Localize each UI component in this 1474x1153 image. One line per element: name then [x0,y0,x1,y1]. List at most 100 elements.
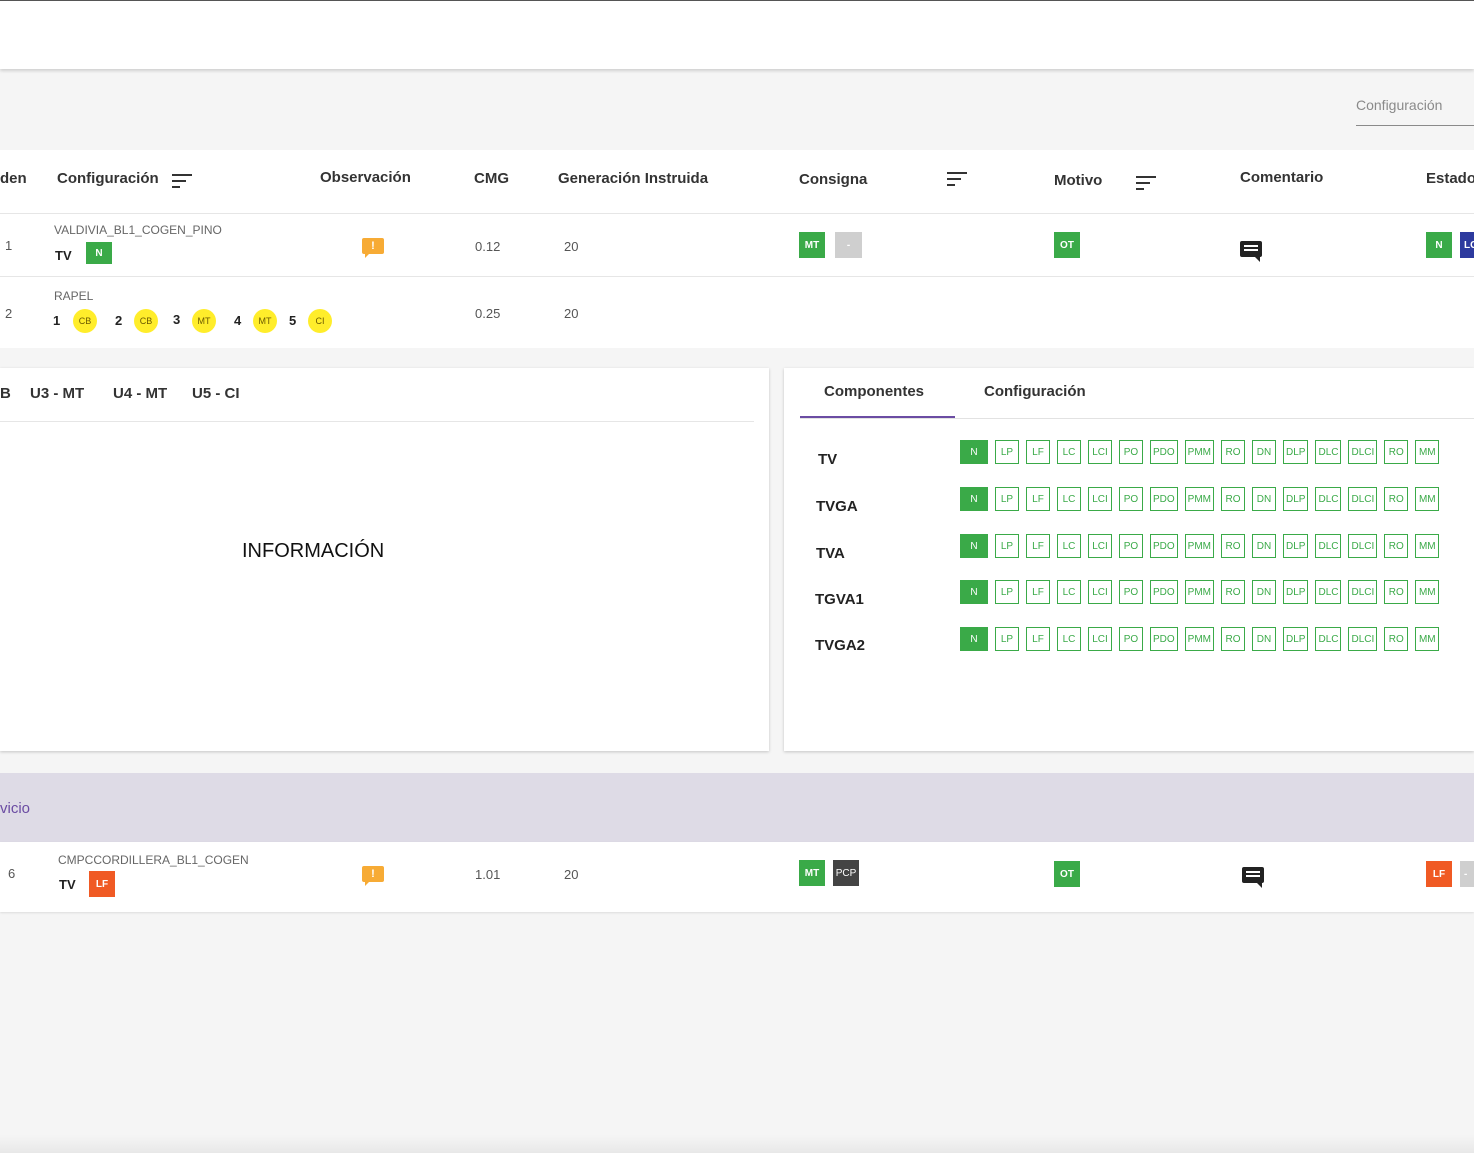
state-chip[interactable]: RO [1384,440,1409,464]
unit-state-badge[interactable]: LF [89,871,115,897]
state-chip[interactable]: RO [1384,580,1409,604]
state-chip[interactable]: LC [1057,580,1081,604]
state-chip[interactable]: DN [1252,534,1277,558]
state-chip[interactable]: LC [1057,440,1081,464]
state-chip[interactable]: PMM [1184,534,1215,558]
consigna-badge[interactable]: PCP [833,860,859,886]
state-chip[interactable]: N [960,440,988,464]
configuration-filter-input[interactable]: Configuración [1356,90,1474,126]
consigna-badge[interactable]: - [835,232,862,258]
state-chip[interactable]: DLP [1283,487,1309,511]
state-chip[interactable]: LP [995,580,1019,604]
state-chip[interactable]: PMM [1184,580,1215,604]
state-chip[interactable]: LP [995,627,1019,651]
sort-motivo-icon[interactable] [1136,176,1156,190]
comment-icon[interactable] [1240,241,1262,262]
sort-consigna-icon[interactable] [947,172,967,186]
state-chip[interactable]: PO [1119,627,1143,651]
motivo-badge[interactable]: OT [1054,232,1080,258]
state-chip[interactable]: PO [1119,440,1143,464]
state-chip[interactable]: PMM [1184,440,1215,464]
state-chip[interactable]: DLCI [1348,627,1378,651]
estado-badge[interactable]: LC [1460,232,1474,258]
state-chip[interactable]: RO [1384,487,1409,511]
estado-badge[interactable]: LF [1426,861,1452,887]
unit-state-circle[interactable]: CB [73,309,97,333]
estado-badge[interactable]: N [1426,232,1452,258]
state-chip[interactable]: LC [1057,627,1081,651]
state-chip[interactable]: RO [1221,440,1246,464]
state-chip[interactable]: MM [1415,440,1440,464]
state-chip[interactable]: N [960,534,988,558]
state-chip[interactable]: DLC [1315,440,1342,464]
state-chip[interactable]: DLP [1283,534,1309,558]
state-chip[interactable]: DLC [1315,627,1342,651]
motivo-badge[interactable]: OT [1054,861,1080,887]
state-chip[interactable]: LCI [1088,580,1112,604]
sort-configuracion-icon[interactable] [172,174,192,188]
state-chip[interactable]: PO [1119,580,1143,604]
state-chip[interactable]: LCI [1088,440,1112,464]
state-chip[interactable]: DLCI [1348,440,1378,464]
state-chip[interactable]: MM [1415,534,1440,558]
unit-state-circle[interactable]: MT [253,309,277,333]
state-chip[interactable]: RO [1221,534,1246,558]
state-chip[interactable]: RO [1384,627,1409,651]
state-chip[interactable]: RO [1384,534,1409,558]
state-chip[interactable]: PDO [1150,534,1178,558]
state-chip[interactable]: LC [1057,534,1081,558]
tab-unit[interactable]: U4 - MT [113,385,167,402]
tab-configuracion[interactable]: Configuración [984,383,1086,400]
state-chip[interactable]: LF [1026,580,1050,604]
observation-warning-icon[interactable]: ! [362,238,384,258]
state-chip[interactable]: LP [995,487,1019,511]
state-chip[interactable]: LCI [1088,534,1112,558]
state-chip[interactable]: DLP [1283,440,1309,464]
estado-badge[interactable]: - [1460,861,1474,887]
state-chip[interactable]: DN [1252,580,1277,604]
consigna-badge[interactable]: MT [799,232,825,258]
state-chip[interactable]: MM [1415,487,1440,511]
observation-warning-icon[interactable]: ! [362,866,384,886]
state-chip[interactable]: N [960,487,988,511]
state-chip[interactable]: LF [1026,487,1050,511]
consigna-badge[interactable]: MT [799,860,825,886]
state-chip[interactable]: LC [1057,487,1081,511]
state-chip[interactable]: N [960,580,988,604]
tab-componentes[interactable]: Componentes [824,383,924,400]
state-chip[interactable]: DLC [1315,534,1342,558]
state-chip[interactable]: DLCI [1348,487,1378,511]
state-chip[interactable]: RO [1221,627,1246,651]
state-chip[interactable]: DN [1252,487,1277,511]
state-chip[interactable]: DN [1252,440,1277,464]
state-chip[interactable]: RO [1221,580,1246,604]
state-chip[interactable]: DLP [1283,627,1309,651]
state-chip[interactable]: LCI [1088,627,1112,651]
state-chip[interactable]: RO [1221,487,1246,511]
state-chip[interactable]: PDO [1150,580,1178,604]
state-chip[interactable]: DLC [1315,580,1342,604]
state-chip[interactable]: LF [1026,534,1050,558]
unit-state-circle[interactable]: CI [308,309,332,333]
unit-state-badge[interactable]: N [86,242,112,264]
state-chip[interactable]: PDO [1150,487,1178,511]
state-chip[interactable]: DLC [1315,487,1342,511]
tab-unit[interactable]: U5 - CI [192,385,240,402]
state-chip[interactable]: LCI [1088,487,1112,511]
state-chip[interactable]: LP [995,440,1019,464]
state-chip[interactable]: PDO [1150,627,1178,651]
state-chip[interactable]: PMM [1184,487,1215,511]
state-chip[interactable]: LP [995,534,1019,558]
state-chip[interactable]: LF [1026,440,1050,464]
state-chip[interactable]: LF [1026,627,1050,651]
state-chip[interactable]: PO [1119,534,1143,558]
unit-state-circle[interactable]: CB [134,309,158,333]
state-chip[interactable]: DLCI [1348,580,1378,604]
state-chip[interactable]: DLP [1283,580,1309,604]
state-chip[interactable]: PO [1119,487,1143,511]
state-chip[interactable]: DN [1252,627,1277,651]
state-chip[interactable]: N [960,627,988,651]
state-chip[interactable]: MM [1415,580,1440,604]
state-chip[interactable]: DLCI [1348,534,1378,558]
state-chip[interactable]: PDO [1150,440,1178,464]
